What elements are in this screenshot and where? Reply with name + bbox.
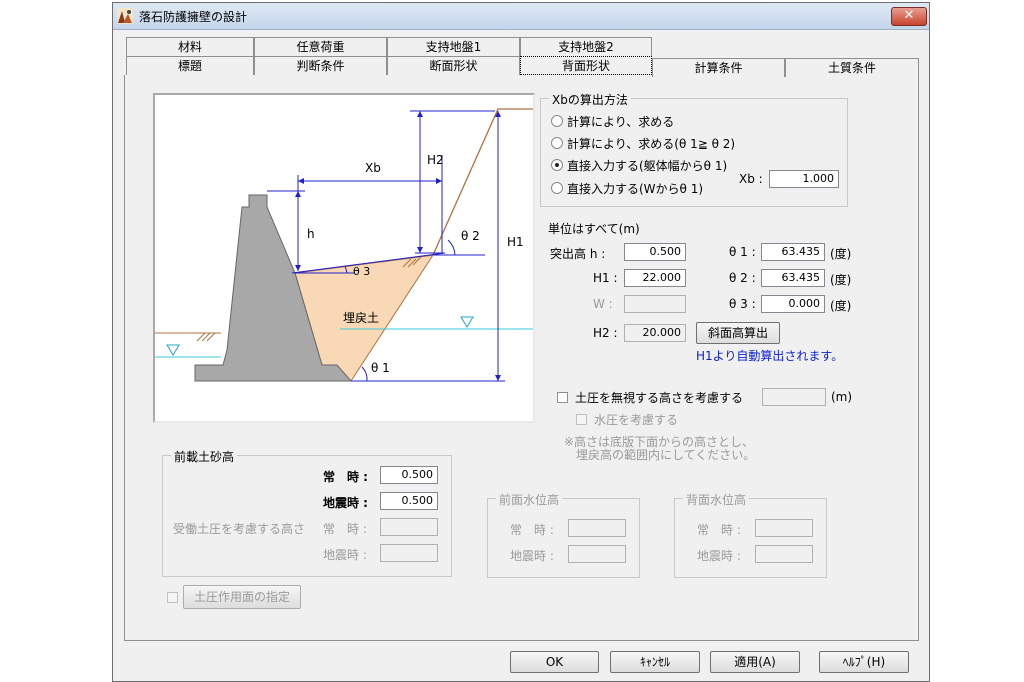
tab-support-ground-2[interactable]: 支持地盤2	[520, 37, 652, 56]
front-quake-label: 地震時 :	[323, 496, 368, 510]
tab-title[interactable]: 標題	[126, 56, 254, 75]
h2-label: H2 :	[593, 326, 618, 340]
theta1-unit: (度)	[830, 247, 852, 261]
app-icon	[117, 8, 133, 24]
theta2-label: θ 2 :	[729, 271, 756, 285]
tab-back-shape[interactable]: 背面形状	[520, 56, 652, 75]
label-xb: Xb	[365, 161, 381, 175]
radio-calc[interactable]	[551, 115, 563, 127]
calc-slope-height-button[interactable]: 斜面高算出	[696, 322, 780, 344]
h-label: 突出高 h :	[550, 247, 606, 261]
tab-optional-load[interactable]: 任意荷重	[254, 37, 387, 56]
slope-line	[294, 108, 533, 274]
h1-label: H1 :	[593, 271, 618, 285]
height-note-2: 埋戻高の範囲内にしてください。	[576, 448, 756, 462]
label-theta3: θ 3	[353, 265, 371, 278]
theta3-unit: (度)	[830, 299, 852, 313]
theta3-input[interactable]: 0.000	[761, 295, 825, 313]
back-water-normal-input[interactable]	[755, 519, 813, 537]
label-h1: H1	[507, 235, 524, 249]
tab-section-shape[interactable]: 断面形状	[387, 56, 520, 75]
radio-calc-theta-label: 計算により、求める(θ 1≧ θ 2)	[567, 137, 736, 151]
h2-input[interactable]: 20.000	[624, 324, 686, 342]
ok-button[interactable]: OK	[510, 651, 599, 673]
ignore-height-label: 土圧を無視する高さを考慮する	[575, 391, 744, 405]
ignore-height-input[interactable]	[762, 388, 826, 406]
close-button[interactable]: ✕	[891, 7, 927, 26]
front-normal-input[interactable]: 0.500	[380, 466, 438, 484]
back-water-mark	[460, 316, 474, 328]
help-button[interactable]: ﾍﾙﾌﾟ(H)	[819, 651, 909, 673]
back-water-quake-input[interactable]	[755, 545, 813, 563]
dialog-window: 落石防護擁壁の設計 ✕ 材料 任意荷重 支持地盤1 支持地盤2 標題 判断条件 …	[112, 2, 930, 682]
radio-direct-body-label: 直接入力する(躯体幅からθ 1)	[567, 159, 728, 173]
xb-input[interactable]: 1.000	[769, 170, 839, 188]
front-soil-group: 前載土砂高 常 時 : 0.500 地震時 : 0.500 受働土圧を考慮する高…	[162, 448, 452, 577]
radio-calc-theta[interactable]	[551, 137, 563, 149]
label-theta2: θ 2	[461, 229, 480, 243]
back-water-normal-label: 常 時 :	[697, 523, 741, 537]
tab-material[interactable]: 材料	[126, 37, 254, 56]
passive-quake-label: 地震時 :	[323, 548, 367, 562]
radio-direct-w-label: 直接入力する(Wからθ 1)	[567, 182, 704, 196]
title-bar[interactable]: 落石防護擁壁の設計 ✕	[113, 3, 929, 30]
auto-calc-note: H1より自動算出されます。	[696, 349, 844, 363]
label-h: h	[307, 227, 315, 241]
passive-quake-input[interactable]	[380, 544, 438, 562]
front-water-quake-label: 地震時 :	[510, 549, 554, 563]
apply-button[interactable]: 適用(A)	[710, 651, 800, 673]
water-pressure-label: 水圧を考慮する	[594, 413, 679, 427]
back-water-quake-label: 地震時 :	[697, 549, 741, 563]
front-water-mark	[166, 344, 180, 356]
surface-button[interactable]: 土圧作用面の指定	[183, 585, 301, 609]
front-water-quake-input[interactable]	[568, 545, 626, 563]
theta2-unit: (度)	[830, 273, 852, 287]
front-quake-input[interactable]: 0.500	[380, 492, 438, 510]
radio-direct-w[interactable]	[551, 182, 563, 194]
front-soil-legend: 前載土砂高	[171, 448, 238, 465]
tab-support-ground-1[interactable]: 支持地盤1	[387, 37, 520, 56]
radio-calc-label: 計算により、求める	[567, 115, 675, 129]
label-backfill: 埋戻土	[343, 311, 380, 325]
ignore-height-checkbox[interactable]	[557, 392, 568, 403]
xb-method-legend: Xbの算出方法	[549, 91, 631, 108]
theta2-input[interactable]: 63.435	[761, 269, 825, 287]
label-theta1: θ 1	[371, 361, 390, 375]
label-h2: H2	[427, 153, 444, 167]
xb-label: Xb :	[739, 172, 763, 186]
ignore-height-unit: (m)	[831, 390, 853, 404]
window-title: 落石防護擁壁の設計	[139, 10, 248, 24]
xb-method-group: Xbの算出方法 計算により、求める 計算により、求める(θ 1≧ θ 2) 直接…	[540, 91, 848, 207]
water-pressure-checkbox[interactable]	[576, 414, 587, 425]
back-water-legend: 背面水位高	[683, 491, 750, 508]
front-normal-label: 常 時 :	[323, 470, 368, 484]
passive-normal-input[interactable]	[380, 518, 438, 536]
h1-input[interactable]: 22.000	[624, 269, 686, 287]
close-icon: ✕	[903, 8, 915, 23]
front-water-group: 前面水位高 常 時 : 地震時 :	[487, 491, 640, 578]
front-water-normal-input[interactable]	[568, 519, 626, 537]
front-water-normal-label: 常 時 :	[510, 523, 554, 537]
theta1-input[interactable]: 63.435	[761, 243, 825, 261]
cancel-button[interactable]: ｷｬﾝｾﾙ	[610, 651, 700, 673]
radio-direct-body[interactable]	[551, 159, 563, 171]
tab-judgement[interactable]: 判断条件	[254, 56, 387, 75]
w-input[interactable]	[624, 295, 686, 313]
back-water-group: 背面水位高 常 時 : 地震時 :	[674, 491, 827, 578]
front-water-legend: 前面水位高	[496, 491, 563, 508]
h-input[interactable]: 0.500	[624, 243, 686, 261]
passive-height-label: 受働土圧を考慮する高さ	[173, 522, 306, 536]
theta1-label: θ 1 :	[729, 245, 756, 259]
surface-checkbox[interactable]	[167, 592, 178, 603]
passive-normal-label: 常 時 :	[323, 522, 367, 536]
units-note: 単位はすべて(m)	[548, 222, 640, 236]
w-label: W :	[593, 297, 613, 311]
theta3-label: θ 3 :	[729, 297, 756, 311]
back-shape-diagram: Xb H2 H1 h θ 2 θ 3 θ 1 埋戻土	[153, 93, 535, 423]
